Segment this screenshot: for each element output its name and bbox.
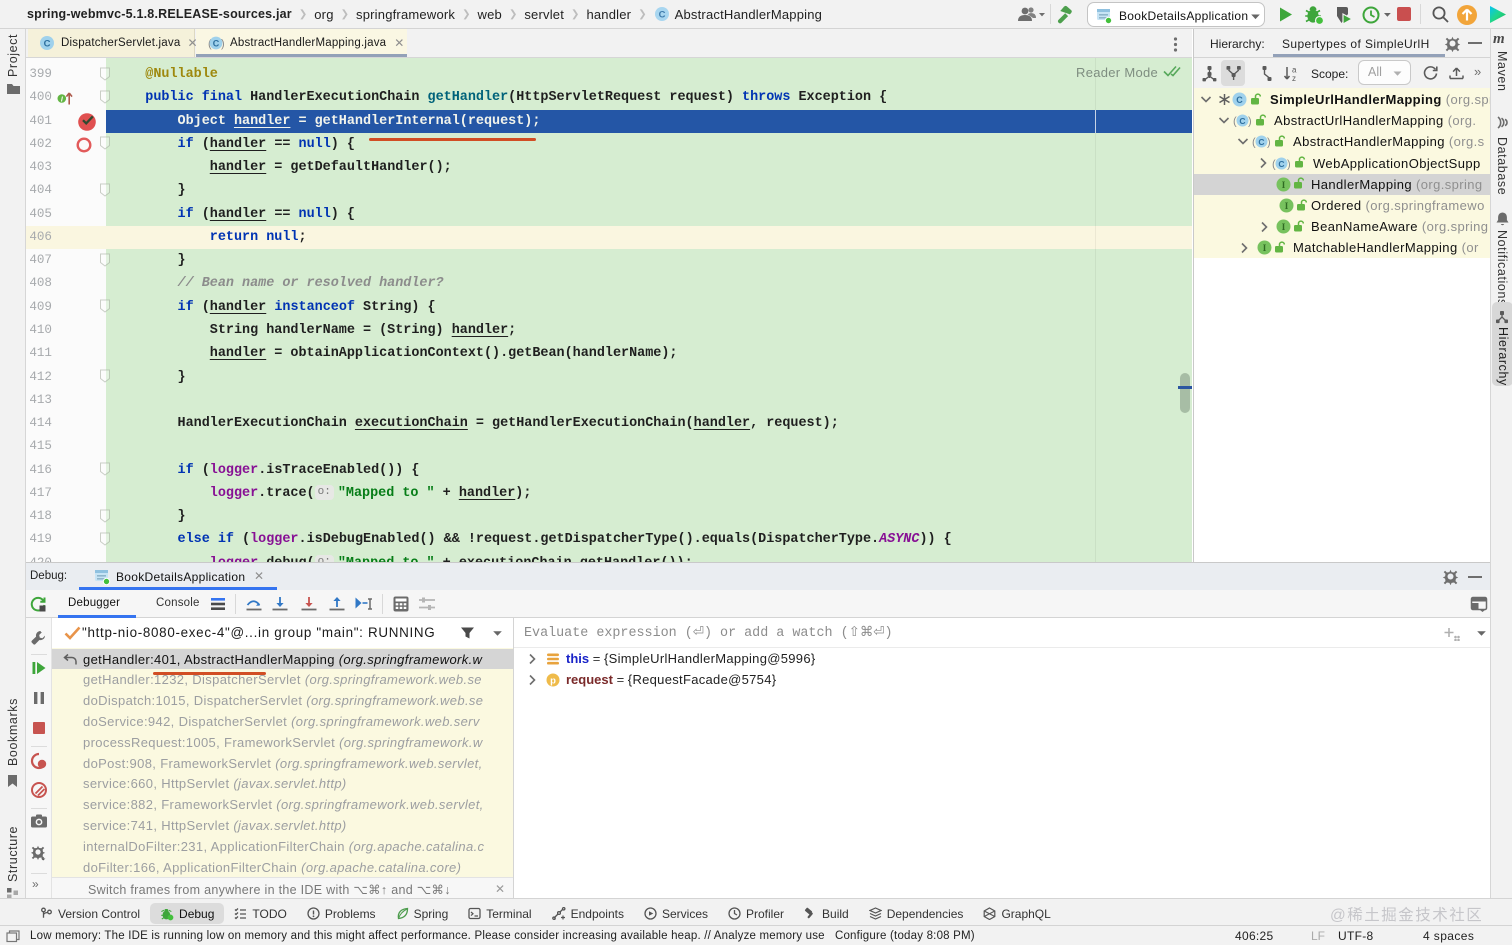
svg-text:C: C [213,38,220,48]
svg-text:I: I [1285,201,1289,211]
svg-text:C: C [1278,158,1284,168]
svg-text:p: p [550,676,556,687]
svg-text:(: ( [1252,137,1256,149]
svg-text:): ) [1267,137,1271,149]
svg-text:C: C [44,39,51,50]
svg-text:C: C [1258,137,1264,147]
svg-text:(: ( [1272,158,1276,170]
svg-text:C: C [1239,116,1245,126]
svg-text:(: ( [1233,116,1237,128]
svg-text:): ) [1287,158,1291,170]
svg-text:C: C [658,10,665,21]
svg-text:C: C [1236,95,1243,105]
svg-text:): ) [221,38,225,50]
svg-text:): ) [1248,116,1252,128]
svg-text:I: I [1263,243,1267,253]
svg-text:I: I [1282,180,1286,190]
svg-text:I: I [1282,222,1286,232]
